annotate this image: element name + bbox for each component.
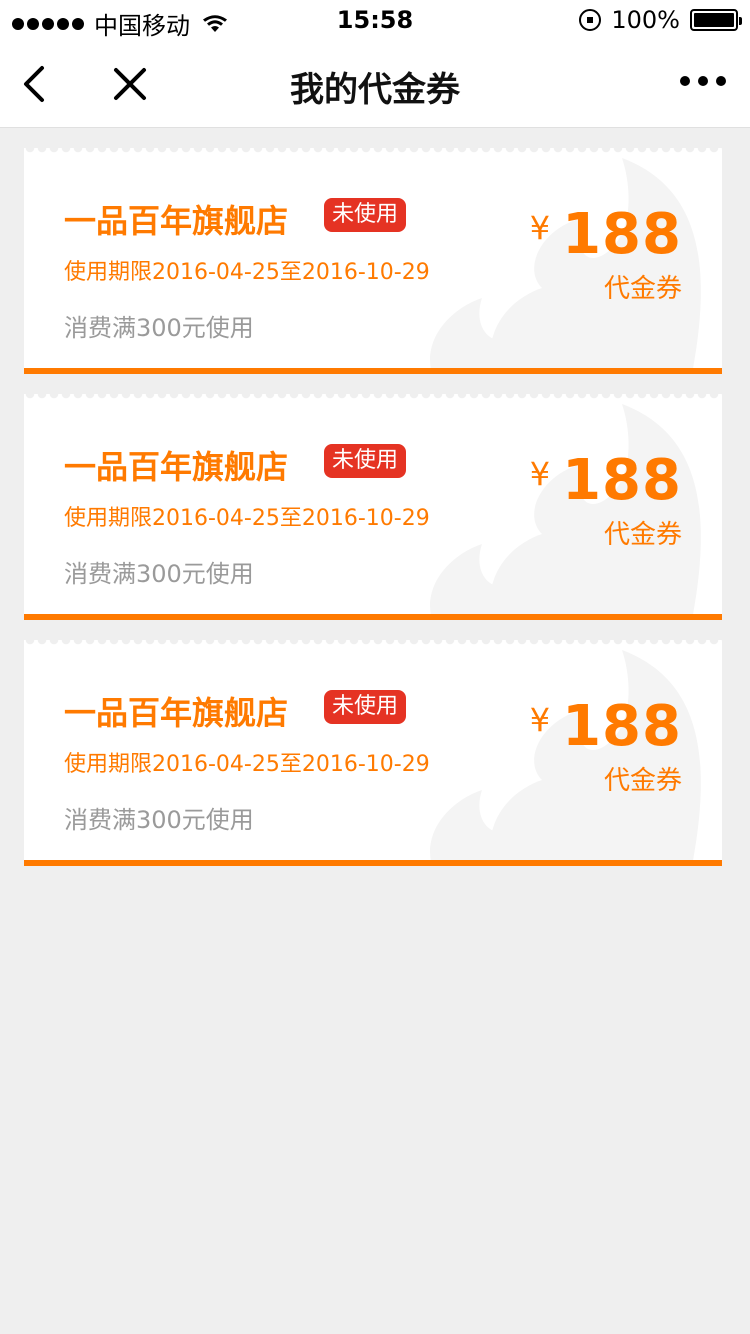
store-name: 一品百年旗舰店 xyxy=(64,202,289,240)
amount-value: 188 xyxy=(562,202,682,267)
status-badge: 未使用 xyxy=(324,444,407,478)
usage-condition: 消费满300元使用 xyxy=(64,560,254,588)
coupon-type-label: 代金券 xyxy=(603,520,682,550)
usage-condition: 消费满300元使用 xyxy=(64,806,254,834)
navigation-bar: 我的代金券 xyxy=(0,40,750,128)
coupon-card[interactable]: 一品百年旗舰店 未使用 使用期限2016-04-25至2016-10-29 消费… xyxy=(24,394,722,620)
amount-value: 188 xyxy=(562,694,682,759)
coupon-card[interactable]: 一品百年旗舰店 未使用 使用期限2016-04-25至2016-10-29 消费… xyxy=(24,148,722,374)
currency-symbol: ¥ xyxy=(529,455,551,493)
page-title: 我的代金券 xyxy=(290,70,460,110)
coupon-card[interactable]: 一品百年旗舰店 未使用 使用期限2016-04-25至2016-10-29 消费… xyxy=(24,640,722,866)
store-name: 一品百年旗舰店 xyxy=(64,448,289,486)
store-name: 一品百年旗舰店 xyxy=(64,694,289,732)
validity-period: 使用期限2016-04-25至2016-10-29 xyxy=(64,260,430,285)
coupon-list: 一品百年旗舰店 未使用 使用期限2016-04-25至2016-10-29 消费… xyxy=(24,148,722,886)
status-badge: 未使用 xyxy=(324,690,407,724)
currency-symbol: ¥ xyxy=(529,209,551,247)
validity-period: 使用期限2016-04-25至2016-10-29 xyxy=(64,752,430,777)
coupon-amount: ¥188 xyxy=(530,694,682,759)
status-badge: 未使用 xyxy=(324,198,407,232)
battery-percentage: 100% xyxy=(611,6,680,34)
rotation-lock-icon xyxy=(579,9,602,31)
validity-period: 使用期限2016-04-25至2016-10-29 xyxy=(64,506,430,531)
coupon-amount: ¥188 xyxy=(530,202,682,267)
coupon-amount: ¥188 xyxy=(530,448,682,513)
status-bar: 中国移动 15:58 100% xyxy=(0,0,750,40)
more-options-icon[interactable] xyxy=(680,76,726,86)
status-right: 100% xyxy=(579,6,742,34)
currency-symbol: ¥ xyxy=(529,701,551,739)
coupon-type-label: 代金券 xyxy=(603,274,682,304)
battery-icon xyxy=(690,9,742,31)
coupon-type-label: 代金券 xyxy=(603,766,682,796)
amount-value: 188 xyxy=(562,448,682,513)
usage-condition: 消费满300元使用 xyxy=(64,314,254,342)
